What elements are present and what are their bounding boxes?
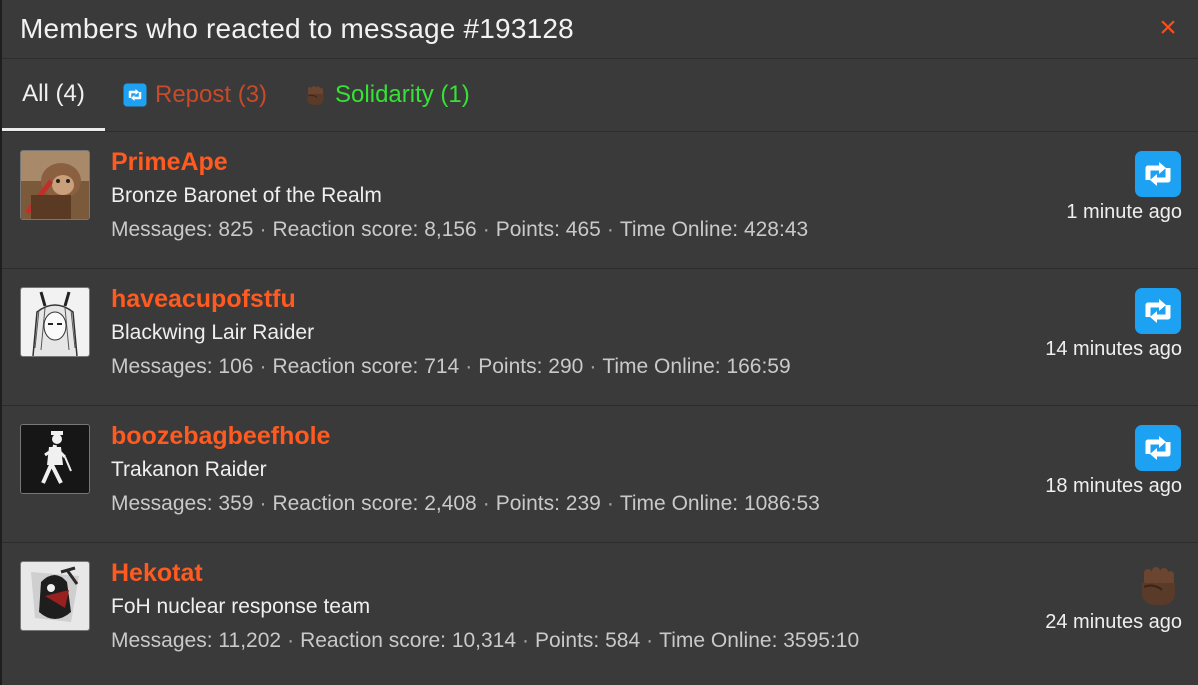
reactions-dialog: Members who reacted to message #193128 ×…: [0, 0, 1198, 685]
messages-value: 106: [218, 355, 254, 378]
online-value: 3595:10: [783, 629, 860, 652]
online-label: Time Online:: [619, 492, 739, 515]
list-item: boozebagbeefhole Trakanon Raider Message…: [2, 406, 1198, 543]
messages-label: Messages:: [111, 629, 213, 652]
member-list: PrimeApe Bronze Baronet of the Realm Mes…: [2, 132, 1198, 680]
tab-repost-label: Repost (3): [155, 81, 268, 108]
online-label: Time Online:: [619, 218, 739, 241]
member-stats: Messages: 825 · Reaction score: 8,156 · Poin…: [111, 218, 809, 241]
reaction-time: 1 minute ago: [1066, 201, 1182, 223]
reaction-time: 14 minutes ago: [1045, 338, 1182, 360]
repost-icon: [1134, 287, 1182, 335]
points-label: Points:: [478, 355, 543, 378]
member-stats: Messages: 11,202 · Reaction score: 10,314 ·…: [111, 629, 860, 652]
member-name[interactable]: haveacupofstfu: [111, 285, 296, 314]
messages-value: 825: [218, 218, 254, 241]
monkey-avatar: [21, 151, 89, 219]
list-item: haveacupofstfu Blackwing Lair Raider Mes…: [2, 269, 1198, 406]
repost-icon: [123, 83, 147, 107]
reaction-label: Reaction score:: [272, 355, 419, 378]
reaction-label: Reaction score:: [272, 492, 419, 515]
points-value: 584: [605, 629, 641, 652]
close-icon: ×: [1159, 11, 1177, 44]
online-value: 1086:53: [743, 492, 820, 515]
tab-solidarity-label: Solidarity (1): [335, 81, 470, 108]
avatar[interactable]: [20, 287, 90, 357]
messages-value: 359: [218, 492, 254, 515]
member-title: Bronze Baronet of the Realm: [111, 184, 382, 207]
anime-horns-avatar: [21, 288, 89, 356]
online-label: Time Online:: [602, 355, 721, 378]
points-label: Points:: [495, 218, 560, 241]
striding-man-avatar: [21, 425, 89, 493]
reaction-value: 10,314: [451, 629, 517, 652]
dialog-title: Members who reacted to message #193128: [20, 13, 574, 44]
member-stats: Messages: 359 · Reaction score: 2,408 · Poin…: [111, 492, 820, 515]
points-label: Points:: [495, 492, 560, 515]
points-label: Points:: [535, 629, 600, 652]
messages-label: Messages:: [111, 218, 213, 241]
fist-icon: [303, 83, 327, 107]
reaction-value: 2,408: [424, 492, 477, 515]
reaction-time: 24 minutes ago: [1045, 611, 1182, 633]
member-title: FoH nuclear response team: [111, 595, 371, 618]
reaction-time: 18 minutes ago: [1045, 475, 1182, 497]
list-item: PrimeApe Bronze Baronet of the Realm Mes…: [2, 132, 1198, 269]
reaction-value: 714: [424, 355, 460, 378]
reaction-label: Reaction score:: [272, 218, 419, 241]
close-button[interactable]: ×: [1154, 11, 1182, 44]
messages-label: Messages:: [111, 492, 213, 515]
reaction-value: 8,156: [424, 218, 477, 241]
avatar[interactable]: [20, 424, 90, 494]
fist-icon: [1134, 561, 1182, 609]
dialog-header: Members who reacted to message #193128 ×: [2, 0, 1198, 59]
member-name[interactable]: boozebagbeefhole: [111, 422, 330, 451]
tab-all[interactable]: All (4): [2, 59, 105, 131]
tab-repost[interactable]: Repost (3): [105, 59, 285, 131]
avatar[interactable]: [20, 150, 90, 220]
messages-value: 11,202: [218, 629, 282, 652]
reaction-label: Reaction score:: [300, 629, 446, 652]
tab-solidarity[interactable]: Solidarity (1): [285, 59, 488, 131]
online-value: 166:59: [726, 355, 791, 378]
member-name[interactable]: PrimeApe: [111, 148, 228, 177]
points-value: 465: [565, 218, 601, 241]
repost-icon: [1134, 424, 1182, 472]
online-value: 428:43: [743, 218, 809, 241]
avatar[interactable]: [20, 561, 90, 631]
reaction-tabs: All (4) Repost (3) Solidarity (1): [2, 59, 1198, 132]
list-item: Hekotat FoH nuclear response team Messag…: [2, 543, 1198, 680]
online-label: Time Online:: [659, 629, 778, 652]
messages-label: Messages:: [111, 355, 213, 378]
tab-all-label: All (4): [22, 79, 85, 107]
dark-warrior-avatar: [21, 562, 89, 630]
member-title: Blackwing Lair Raider: [111, 321, 315, 344]
repost-icon: [1134, 150, 1182, 198]
member-stats: Messages: 106 · Reaction score: 714 · Points…: [111, 355, 791, 378]
member-name[interactable]: Hekotat: [111, 559, 203, 588]
member-title: Trakanon Raider: [111, 458, 267, 481]
points-value: 290: [548, 355, 584, 378]
points-value: 239: [565, 492, 601, 515]
